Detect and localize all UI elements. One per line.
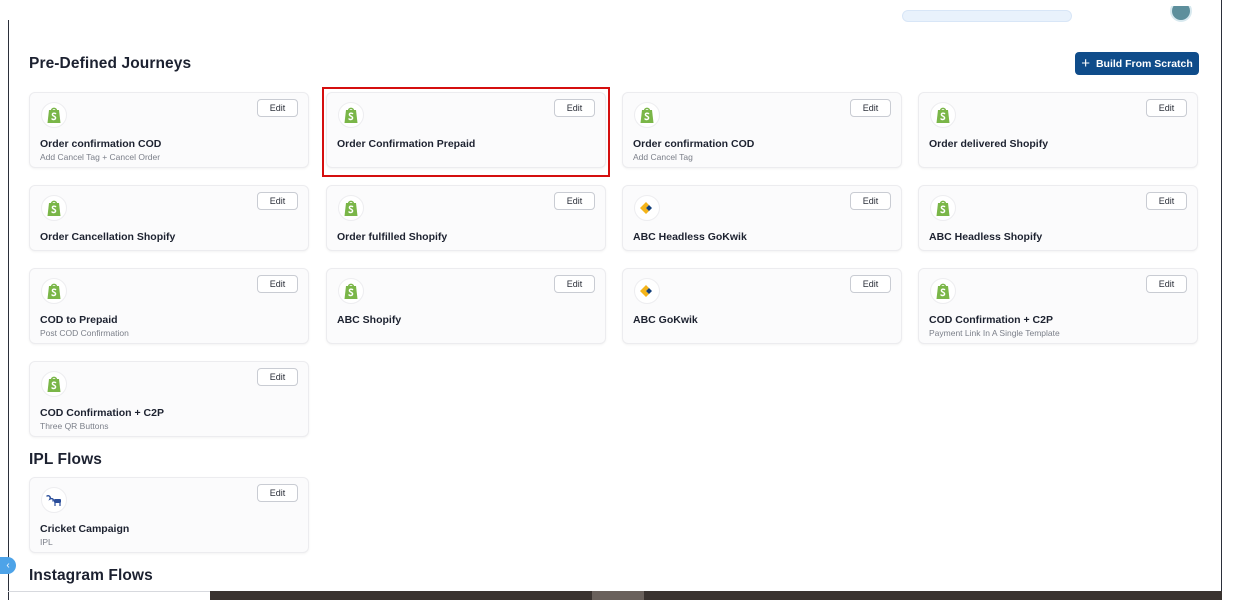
edit-button[interactable]: Edit — [554, 192, 595, 210]
build-from-scratch-label: Build From Scratch — [1095, 57, 1193, 70]
journey-card-title: ABC Headless GoKwik — [633, 231, 747, 243]
edit-button[interactable]: Edit — [554, 275, 595, 293]
ipl-card-title: Cricket Campaign — [40, 523, 130, 535]
journey-card-title: COD to Prepaid — [40, 314, 118, 326]
journey-card-title: Order fulfilled Shopify — [337, 231, 448, 243]
edit-button[interactable]: Edit — [850, 99, 891, 117]
bottom-divider — [8, 591, 210, 592]
journey-card[interactable]: Edit ABC Shopify — [326, 268, 606, 344]
edit-button[interactable]: Edit — [1146, 99, 1187, 117]
shopify-icon — [338, 195, 364, 221]
edit-button[interactable]: Edit — [850, 275, 891, 293]
journey-card-subtitle: Post COD Confirmation — [40, 328, 129, 338]
edit-button[interactable]: Edit — [257, 192, 298, 210]
shopify-icon — [930, 102, 956, 128]
ipl-card[interactable]: Edit Cricket Campaign IPL — [29, 477, 309, 553]
gokwik-icon — [634, 278, 660, 304]
gokwik-icon — [634, 195, 660, 221]
edit-button[interactable]: Edit — [1146, 192, 1187, 210]
edit-button[interactable]: Edit — [257, 275, 298, 293]
section-title-predefined: Pre-Defined Journeys — [29, 55, 192, 72]
journey-card[interactable]: Edit COD to Prepaid Post COD Confirmatio… — [29, 268, 309, 344]
frame-right-border — [1221, 0, 1222, 600]
journey-card[interactable]: Edit COD Confirmation + C2P Payment Link… — [918, 268, 1198, 344]
journey-card-title: ABC GoKwik — [633, 314, 698, 326]
journey-card[interactable]: Edit ABC Headless Shopify — [918, 185, 1198, 251]
edit-button[interactable]: Edit — [257, 368, 298, 386]
shopify-icon — [41, 371, 67, 397]
shopify-icon — [338, 102, 364, 128]
shopify-icon — [338, 278, 364, 304]
app-frame: Pre-Defined Journeys + Build From Scratc… — [0, 0, 1242, 600]
journey-card-subtitle: Payment Link In A Single Template — [929, 328, 1060, 338]
edit-button[interactable]: Edit — [257, 484, 298, 502]
edit-button[interactable]: Edit — [850, 192, 891, 210]
edit-button[interactable]: Edit — [1146, 275, 1187, 293]
journey-card-title: Order delivered Shopify — [929, 138, 1049, 150]
journey-card-title: COD Confirmation + C2P — [40, 407, 164, 419]
journey-card[interactable]: Edit Order confirmation COD Add Cancel T… — [622, 92, 902, 168]
shopify-icon — [930, 195, 956, 221]
journey-card[interactable]: Edit ABC GoKwik — [622, 268, 902, 344]
journey-card-title: Order confirmation COD — [633, 138, 755, 150]
shopify-icon — [41, 278, 67, 304]
journey-card[interactable]: Edit Order delivered Shopify — [918, 92, 1198, 168]
bottom-taskbar-strip — [210, 591, 1222, 600]
journey-card[interactable]: Edit Order Cancellation Shopify — [29, 185, 309, 251]
sidebar-collapse-toggle[interactable]: ‹ — [0, 557, 16, 574]
plus-icon: + — [1081, 54, 1090, 72]
chevron-left-icon: ‹ — [6, 560, 10, 571]
section-title-instagram: Instagram Flows — [29, 567, 153, 584]
user-avatar[interactable] — [1170, 6, 1192, 22]
journey-card-subtitle: Three QR Buttons — [40, 421, 109, 431]
ipl-card-subtitle: IPL — [40, 537, 53, 547]
journey-card-subtitle: Add Cancel Tag + Cancel Order — [40, 152, 161, 162]
shopify-icon — [634, 102, 660, 128]
shopify-icon — [930, 278, 956, 304]
build-from-scratch-button[interactable]: + Build From Scratch — [1075, 52, 1199, 75]
section-title-ipl: IPL Flows — [29, 451, 102, 468]
journey-card-subtitle: Add Cancel Tag — [633, 152, 693, 162]
shopify-icon — [41, 102, 67, 128]
frame-left-border — [8, 20, 9, 600]
top-search-bar[interactable] — [902, 10, 1072, 22]
journey-card[interactable]: Edit Order fulfilled Shopify — [326, 185, 606, 251]
journey-card-title: ABC Shopify — [337, 314, 402, 326]
journey-card-title: Order Confirmation Prepaid — [337, 138, 476, 150]
journey-card-title: Order Cancellation Shopify — [40, 231, 176, 243]
edit-button[interactable]: Edit — [257, 99, 298, 117]
journey-card-title: ABC Headless Shopify — [929, 231, 1043, 243]
journey-card-title: COD Confirmation + C2P — [929, 314, 1053, 326]
journey-card[interactable]: Edit COD Confirmation + C2P Three QR But… — [29, 361, 309, 437]
edit-button[interactable]: Edit — [554, 99, 595, 117]
cricket-icon — [41, 487, 67, 513]
journey-card[interactable]: Edit Order Confirmation Prepaid — [326, 92, 606, 168]
shopify-icon — [41, 195, 67, 221]
journey-card[interactable]: Edit Order confirmation COD Add Cancel T… — [29, 92, 309, 168]
journey-card-title: Order confirmation COD — [40, 138, 162, 150]
journey-card[interactable]: Edit ABC Headless GoKwik — [622, 185, 902, 251]
